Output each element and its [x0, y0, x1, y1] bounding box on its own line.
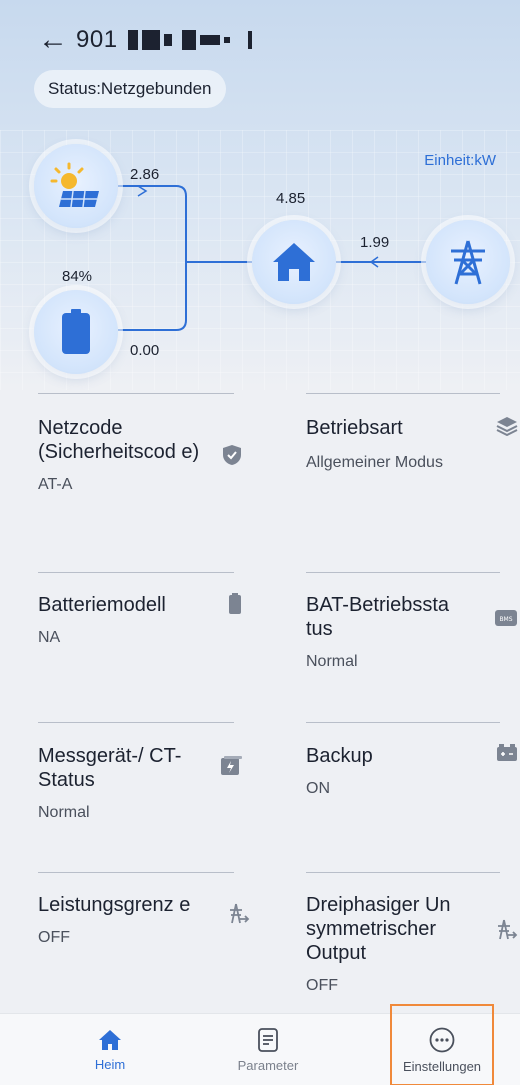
divider	[306, 393, 500, 394]
divider	[38, 572, 234, 573]
tab-label: Heim	[94, 1056, 126, 1072]
divider	[306, 872, 500, 873]
setting-backup[interactable]: Backup ON	[306, 744, 517, 798]
grid-tower-icon	[451, 240, 485, 285]
setting-messgeraet-ct-status[interactable]: Messgerät-/ CT-Status Normal	[38, 744, 242, 822]
battery-icon	[62, 309, 90, 354]
grid-power-value: 1.99	[360, 234, 390, 251]
document-tab-icon	[258, 1027, 278, 1052]
setting-value: NA	[38, 629, 61, 646]
battery-node[interactable]	[34, 290, 118, 374]
setting-title: Netzcode (Sicherheitscod e)	[38, 417, 200, 463]
setting-netzcode[interactable]: Netzcode (Sicherheitscod e) AT-A	[38, 416, 241, 494]
battery-soc-value: 84%	[62, 268, 93, 285]
svg-text:BMS: BMS	[499, 616, 512, 623]
battery-power-value: 0.00	[130, 342, 160, 359]
divider	[38, 722, 234, 723]
backup-battery-icon	[497, 744, 517, 761]
setting-title: Betriebsart	[306, 417, 403, 439]
setting-title: Dreiphasiger Un symmetrischer Output	[306, 894, 451, 964]
setting-title: Leistungsgrenz e	[38, 894, 191, 916]
setting-leistungsgrenze[interactable]: Leistungsgrenz e OFF	[38, 893, 250, 947]
tab-parameter[interactable]: Parameter	[208, 1014, 328, 1085]
home-tab-icon	[99, 1029, 121, 1050]
shield-check-icon	[223, 445, 241, 465]
tab-heim[interactable]: Heim	[50, 1014, 170, 1085]
meter-icon	[221, 756, 242, 775]
setting-value: OFF	[306, 977, 338, 994]
pv-power-value: 2.86	[130, 166, 160, 183]
power-limit-icon	[230, 903, 250, 924]
setting-value: Normal	[38, 804, 90, 821]
three-phase-icon	[498, 919, 518, 940]
setting-dreiphasiger-output[interactable]: Dreiphasiger Un symmetrischer Output OFF	[306, 893, 518, 995]
setting-title: Batteriemodell	[38, 594, 166, 616]
setting-title: BAT-Betriebssta tus	[306, 594, 450, 640]
more-dots-tab-icon	[429, 1027, 455, 1052]
solar-panel-icon	[50, 162, 99, 208]
bottom-tab-bar: Heim Parameter Einstellungen	[0, 1013, 520, 1085]
setting-value: Normal	[306, 653, 358, 670]
setting-value: Allgemeiner Modus	[306, 454, 443, 471]
setting-title: Messgerät-/ CT-Status	[38, 745, 182, 791]
home-icon	[273, 243, 315, 281]
divider	[38, 872, 234, 873]
tab-label: Parameter	[237, 1057, 299, 1073]
bms-icon: BMS	[495, 610, 517, 626]
setting-bat-betriebsstatus[interactable]: BAT-Betriebssta tus Normal BMS	[306, 593, 517, 671]
setting-value: AT-A	[38, 476, 73, 493]
tab-einstellungen[interactable]: Einstellungen	[382, 1014, 502, 1085]
divider	[38, 393, 234, 394]
setting-title: Backup	[306, 745, 373, 767]
battery-small-icon	[229, 593, 241, 614]
energy-flow-panel: ← 901 Status:Netzgebunden Einheit:kW 2.8…	[0, 0, 520, 390]
tab-label: Einstellungen	[402, 1058, 482, 1074]
divider	[306, 722, 500, 723]
grid-node[interactable]	[426, 220, 510, 304]
home-node[interactable]	[252, 220, 336, 304]
home-power-value: 4.85	[276, 190, 306, 207]
setting-value: ON	[306, 780, 330, 797]
setting-betriebsart[interactable]: Betriebsart Allgemeiner Modus	[306, 416, 518, 472]
setting-value: OFF	[38, 929, 70, 946]
layers-icon	[496, 417, 518, 436]
solar-node[interactable]	[34, 144, 118, 228]
setting-batteriemodell[interactable]: Batteriemodell NA	[38, 593, 241, 647]
divider	[306, 572, 500, 573]
